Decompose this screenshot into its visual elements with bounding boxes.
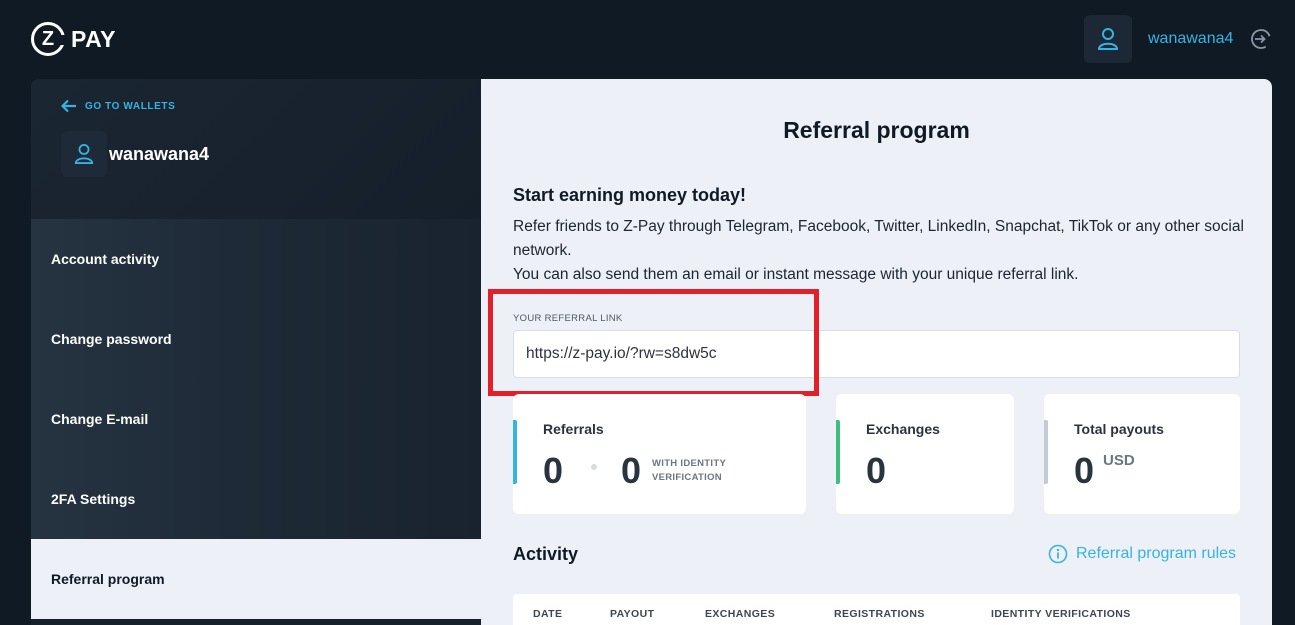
exchanges-title: Exchanges (866, 421, 940, 437)
intro-title: Start earning money today! (513, 185, 747, 205)
payouts-amount: 0 (1074, 450, 1095, 491)
referrals-accent-bar (513, 420, 517, 484)
intro-line-1: Refer friends to Z-Pay through Telegram,… (513, 218, 1244, 259)
arrow-left-icon (61, 99, 76, 113)
go-to-wallets-label: GO TO WALLETS (85, 100, 176, 112)
intro-text: Refer friends to Z-Pay through Telegram,… (513, 215, 1248, 287)
payouts-accent-bar (1044, 420, 1048, 484)
referrals-title: Referrals (543, 421, 604, 437)
referral-link-label: YOUR REFERRAL LINK (513, 313, 623, 324)
sidebar-user-panel: GO TO WALLETS wanawana4 (31, 79, 481, 219)
column-identity-verifications[interactable]: IDENTITY VERIFICATIONS (991, 608, 1131, 620)
sidebar-item-change-email[interactable]: Change E-mail (31, 379, 481, 459)
referral-link-input[interactable] (513, 330, 1240, 378)
activity-table-header: DATE PAYOUT EXCHANGES REGISTRATIONS IDEN… (513, 594, 1240, 625)
intro-line-2: You can also send them an email or insta… (513, 266, 1079, 283)
header-username[interactable]: wanawana4 (1148, 30, 1233, 48)
verified-referrals-label: WITH IDENTITY VERIFICATION (652, 458, 726, 483)
logo-text: PAY (71, 25, 116, 52)
column-exchanges[interactable]: EXCHANGES (705, 608, 775, 620)
referrals-card: Referrals 0 0 WITH IDENTITY VERIFICATION (513, 394, 806, 514)
referral-rules-link[interactable]: Referral program rules (1048, 544, 1236, 564)
referral-rules-label: Referral program rules (1076, 545, 1237, 562)
sidebar-item-account-activity[interactable]: Account activity (31, 219, 481, 299)
column-registrations[interactable]: REGISTRATIONS (834, 608, 925, 620)
sidebar-avatar (61, 131, 107, 177)
sidebar-item-2fa-settings[interactable]: 2FA Settings (31, 459, 481, 539)
main-content: Referral program Start earning money tod… (481, 79, 1272, 625)
column-payout[interactable]: PAYOUT (610, 608, 654, 620)
exchanges-card: Exchanges 0 (836, 394, 1014, 514)
activity-title: Activity (513, 544, 579, 564)
logout-icon[interactable] (1250, 28, 1272, 50)
exchanges-accent-bar (836, 420, 840, 484)
user-icon (74, 144, 94, 164)
verified-referrals-count: 0 (621, 450, 642, 491)
zpay-logo[interactable]: Z PAY (31, 22, 116, 56)
info-icon (1048, 544, 1068, 564)
payouts-unit: USD (1103, 452, 1135, 469)
user-avatar-button[interactable] (1084, 15, 1132, 63)
exchanges-count: 0 (866, 450, 887, 491)
sidebar: GO TO WALLETS wanawana4 Account activity… (31, 79, 481, 625)
go-to-wallets-link[interactable]: GO TO WALLETS (61, 99, 175, 113)
column-date[interactable]: DATE (533, 608, 562, 620)
page-title: Referral program (783, 117, 970, 143)
sidebar-user: wanawana4 (61, 131, 209, 177)
separator-dot (591, 464, 597, 470)
referrals-count: 0 (543, 450, 564, 491)
payouts-card: Total payouts 0 USD (1044, 394, 1240, 514)
user-icon (1097, 28, 1119, 50)
logo-mark: Z (31, 22, 68, 56)
payouts-title: Total payouts (1074, 421, 1164, 437)
sidebar-item-change-password[interactable]: Change password (31, 299, 481, 379)
sidebar-item-referral-program[interactable]: Referral program (31, 539, 481, 619)
sidebar-username: wanawana4 (109, 143, 210, 164)
